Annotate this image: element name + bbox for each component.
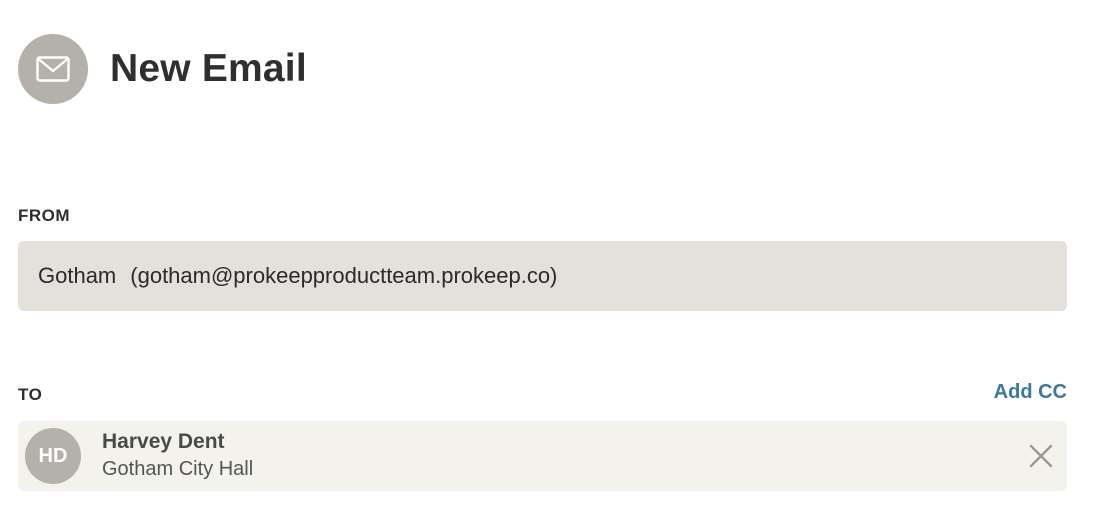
recipient-organization: Gotham City Hall — [102, 458, 254, 480]
mail-icon — [18, 34, 88, 104]
close-icon — [1029, 444, 1053, 468]
avatar: HD — [25, 428, 81, 484]
sender-email: (gotham@prokeepproductteam.prokeep.co) — [130, 263, 558, 288]
recipient-name: Harvey Dent — [102, 430, 225, 453]
page-title: New Email — [110, 47, 307, 90]
sender-name: Gotham — [38, 263, 117, 288]
from-field[interactable]: Gotham (gotham@prokeepproductteam.prokee… — [18, 241, 1067, 311]
recipient-chip: HD Harvey Dent Gotham City Hall — [18, 421, 1067, 491]
remove-recipient-button[interactable] — [1027, 442, 1055, 470]
add-cc-link[interactable]: Add CC — [994, 381, 1067, 404]
from-label: FROM — [18, 206, 71, 225]
email-header: New Email — [18, 34, 307, 104]
recipient-details: Harvey Dent Gotham City Hall — [102, 429, 253, 483]
to-label: TO — [18, 385, 43, 404]
